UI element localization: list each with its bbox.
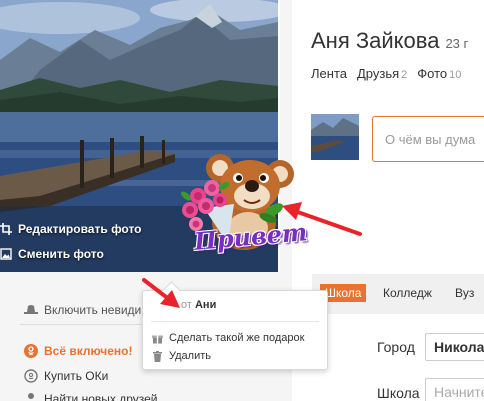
tab-feed-label: Лента bbox=[311, 66, 347, 81]
profile-tabs: Лента Друзья 2 Фото 10 bbox=[311, 66, 461, 81]
tab-friends[interactable]: Друзья 2 bbox=[357, 66, 407, 81]
tab-friends-count: 2 bbox=[401, 69, 408, 81]
city-field[interactable]: Николаев bbox=[425, 333, 484, 361]
gift-sender-prefix: от bbox=[181, 299, 192, 311]
ok-coin-icon bbox=[24, 369, 38, 383]
trash-icon bbox=[152, 350, 163, 362]
school-field[interactable]: Начните bbox=[425, 378, 484, 401]
buy-ok-label: Купить ОКи bbox=[44, 369, 109, 383]
gift-icon bbox=[152, 333, 163, 344]
change-photo-label: Сменить фото bbox=[18, 247, 104, 261]
avatar-image bbox=[311, 114, 359, 160]
make-same-gift-button[interactable]: Сделать такой же подарок bbox=[152, 332, 304, 344]
tab-friends-label: Друзья bbox=[356, 66, 400, 81]
tab-college[interactable]: Колледж bbox=[383, 286, 432, 300]
hat-icon bbox=[24, 303, 38, 317]
city-value: Николаев bbox=[434, 339, 484, 355]
crop-icon bbox=[0, 223, 12, 235]
person-icon bbox=[24, 392, 38, 401]
profile-name: Аня Зайкова 23 г bbox=[311, 28, 468, 54]
buy-ok-link[interactable]: Купить ОКи bbox=[24, 369, 108, 383]
city-label: Город bbox=[377, 339, 415, 355]
gift-sender: от Ани bbox=[181, 299, 216, 311]
all-included-link[interactable]: Всё включено! bbox=[24, 344, 133, 358]
edit-photo-button[interactable]: Редактировать фото bbox=[0, 218, 142, 240]
tab-photos-label: Фото bbox=[417, 66, 448, 81]
tab-feed[interactable]: Лента bbox=[311, 66, 347, 81]
image-icon bbox=[0, 248, 12, 260]
change-photo-button[interactable]: Сменить фото bbox=[0, 243, 104, 265]
author-avatar-thumbnail[interactable] bbox=[311, 114, 359, 160]
find-friends-link[interactable]: Найти новых друзей bbox=[24, 392, 158, 401]
popup-divider bbox=[151, 321, 319, 322]
gift-sender-name[interactable]: Ани bbox=[195, 299, 216, 311]
tab-photos-count: 10 bbox=[449, 69, 462, 81]
tab-photos[interactable]: Фото 10 bbox=[417, 66, 461, 81]
find-friends-label: Найти новых друзей bbox=[44, 392, 158, 401]
delete-gift-label: Удалить bbox=[169, 350, 211, 362]
post-input-placeholder: О чём вы дума bbox=[385, 132, 476, 147]
tab-university[interactable]: Вуз bbox=[455, 286, 474, 300]
post-input[interactable]: О чём вы дума bbox=[372, 116, 484, 162]
red-arrow-to-sticker-icon bbox=[282, 202, 362, 236]
edit-photo-label: Редактировать фото bbox=[18, 222, 142, 236]
profile-name-text: Аня Зайкова bbox=[311, 28, 440, 53]
enable-invisible-link[interactable]: Включить невиди bbox=[24, 303, 141, 317]
red-arrow-to-sender-icon bbox=[142, 278, 180, 308]
school-placeholder: Начните bbox=[434, 384, 484, 400]
all-included-label: Всё включено! bbox=[44, 344, 133, 358]
profile-age: 23 г bbox=[445, 36, 469, 51]
enable-invisible-label: Включить невиди bbox=[44, 303, 142, 317]
ok-logo-icon bbox=[24, 344, 38, 358]
education-tabs: Школа Колледж Вуз bbox=[312, 274, 484, 314]
delete-gift-button[interactable]: Удалить bbox=[152, 350, 211, 362]
make-same-gift-label: Сделать такой же подарок bbox=[169, 332, 305, 344]
school-label: Школа bbox=[377, 385, 420, 401]
